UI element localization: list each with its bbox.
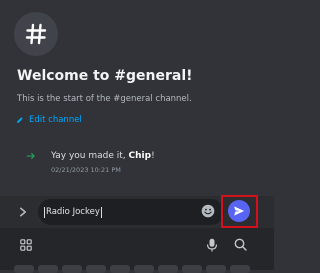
message-input-value: Radio Jockey: [46, 207, 100, 217]
keyboard-key[interactable]: [230, 265, 250, 273]
channel-start-text: This is the start of the #general channe…: [17, 94, 192, 104]
send-button[interactable]: [228, 200, 250, 222]
system-message: Yay you made it, Chip!: [51, 151, 155, 161]
chevron-right-icon[interactable]: [17, 206, 29, 218]
channel-welcome-screen: Welcome to #general! This is the start o…: [0, 0, 274, 200]
text-cursor-end: [100, 206, 102, 218]
channel-avatar: [14, 12, 58, 56]
keyboard-toolbar: [0, 228, 274, 270]
system-message-user[interactable]: Chip: [129, 151, 152, 161]
pencil-icon: [17, 117, 23, 123]
keyboard-key[interactable]: [38, 265, 58, 273]
apps-grid-icon[interactable]: [20, 239, 32, 251]
keyboard-key[interactable]: [158, 265, 178, 273]
emoji-icon[interactable]: [201, 204, 215, 218]
search-icon[interactable]: [234, 238, 247, 251]
system-message-suffix: !: [151, 151, 155, 161]
keyboard-key[interactable]: [62, 265, 82, 273]
message-timestamp: 02/21/2023 10:21 PM: [51, 166, 121, 174]
microphone-icon[interactable]: [206, 238, 218, 252]
arrow-right-icon: [26, 152, 35, 160]
system-message-prefix: Yay you made it,: [51, 151, 129, 161]
keyboard-key[interactable]: [182, 265, 202, 273]
keyboard-key[interactable]: [206, 265, 226, 273]
keyboard-key[interactable]: [110, 265, 130, 273]
send-icon: [234, 206, 245, 216]
keyboard-key[interactable]: [14, 265, 34, 273]
keyboard-key[interactable]: [134, 265, 154, 273]
welcome-title: Welcome to #general!: [17, 68, 193, 84]
edit-channel-label: Edit channel: [29, 115, 82, 125]
keyboard-key[interactable]: [86, 265, 106, 273]
message-input[interactable]: Radio Jockey: [38, 199, 224, 225]
hash-icon: [25, 23, 47, 45]
text-cursor: [44, 206, 45, 218]
edit-channel-link[interactable]: Edit channel: [16, 115, 82, 125]
